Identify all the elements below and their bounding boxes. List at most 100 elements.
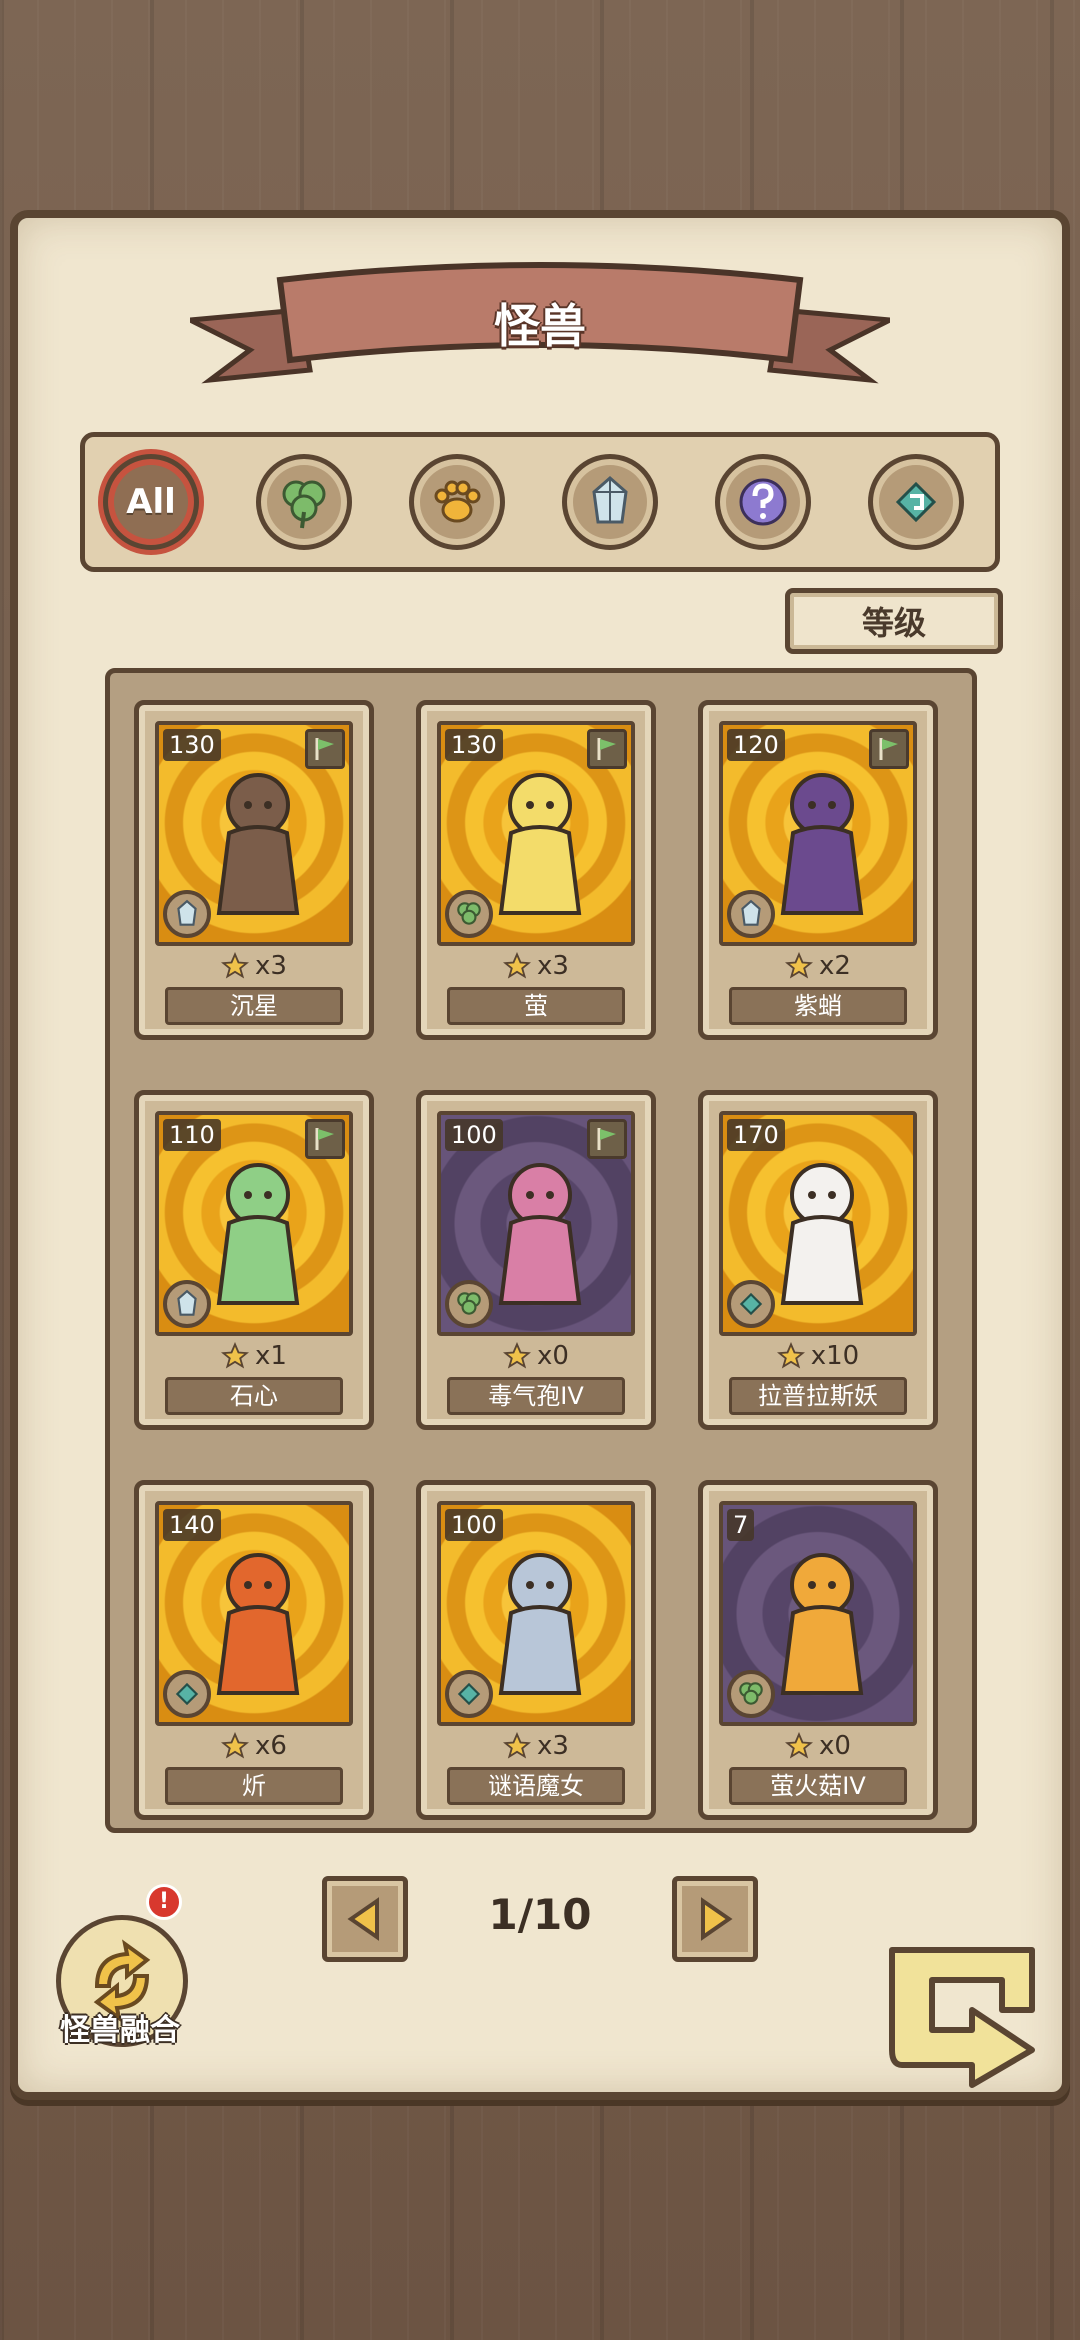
next-page-button[interactable] <box>672 1876 758 1962</box>
filter-plant[interactable] <box>256 454 352 550</box>
monster-level: 130 <box>445 729 503 761</box>
flag-icon[interactable] <box>587 729 627 769</box>
star-count-value: x3 <box>537 1731 569 1761</box>
fusion-alert-badge: ! <box>146 1884 182 1920</box>
flag-icon[interactable] <box>305 729 345 769</box>
monster-level: 170 <box>727 1119 785 1151</box>
star-count: x6 <box>139 1729 369 1763</box>
monster-figure <box>498 1163 582 1305</box>
monster-card[interactable]: 140 x6 炘 <box>134 1480 374 1820</box>
monster-portrait: 100 <box>437 1111 635 1336</box>
clover-icon <box>457 1292 481 1315</box>
star-icon <box>221 1732 250 1759</box>
star-icon <box>221 1342 250 1369</box>
monster-level: 140 <box>163 1509 221 1541</box>
monster-portrait: 130 <box>437 721 635 946</box>
filter-unknown[interactable] <box>715 454 811 550</box>
monster-card[interactable]: 170 x10 拉普拉斯妖 <box>698 1090 938 1430</box>
monster-card[interactable]: 100 x3 谜语魔女 <box>416 1480 656 1820</box>
monster-name: 紫蛸 <box>729 987 907 1025</box>
monster-level: 100 <box>445 1119 503 1151</box>
filter-beast[interactable] <box>409 454 505 550</box>
rune-icon <box>895 481 937 523</box>
star-count: x3 <box>421 949 651 983</box>
monster-portrait: 130 <box>155 721 353 946</box>
monster-type-badge <box>163 1280 211 1328</box>
monster-card[interactable]: 110 x1 石心 <box>134 1090 374 1430</box>
question-icon <box>739 478 787 526</box>
star-icon <box>503 952 532 979</box>
filter-bar: All <box>80 432 1000 572</box>
monster-figure <box>498 1553 582 1695</box>
return-arrow-icon <box>889 1947 1035 2088</box>
clover-icon <box>739 1682 763 1705</box>
monster-level: 7 <box>727 1509 755 1541</box>
star-icon <box>785 952 814 979</box>
flag-icon[interactable] <box>869 729 909 769</box>
title-banner: 怪兽 <box>190 260 890 400</box>
monster-figure <box>780 773 864 915</box>
rune-icon <box>457 1682 481 1706</box>
star-count-value: x6 <box>255 1731 287 1761</box>
monster-type-badge <box>163 1670 211 1718</box>
sort-level-button[interactable]: 等级 <box>785 588 1003 654</box>
monster-portrait: 100 <box>437 1501 635 1726</box>
monster-card[interactable]: 120 x2 紫蛸 <box>698 700 938 1040</box>
monster-level: 100 <box>445 1509 503 1541</box>
monster-portrait: 110 <box>155 1111 353 1336</box>
crystal-icon <box>741 899 761 926</box>
monster-level: 110 <box>163 1119 221 1151</box>
monster-name: 沉星 <box>165 987 343 1025</box>
monster-figure <box>780 1553 864 1695</box>
star-count-value: x3 <box>537 951 569 981</box>
monster-fusion-label: 怪兽融合 <box>60 2013 180 2048</box>
monster-figure <box>216 1163 300 1305</box>
monster-card[interactable]: 100 x0 毒气孢IV <box>416 1090 656 1430</box>
arrow-right-icon <box>701 1897 733 1941</box>
monster-name: 谜语魔女 <box>447 1767 625 1805</box>
flag-icon[interactable] <box>587 1119 627 1159</box>
monster-type-badge <box>445 1280 493 1328</box>
monster-card[interactable]: 130 x3 萤 <box>416 700 656 1040</box>
arrow-left-icon <box>347 1897 379 1941</box>
monster-type-badge <box>727 1280 775 1328</box>
back-button[interactable] <box>882 1940 1052 2090</box>
star-count: x0 <box>703 1729 933 1763</box>
filter-mystic[interactable] <box>868 454 964 550</box>
crystal-icon <box>177 899 197 926</box>
filter-all[interactable]: All <box>103 454 199 550</box>
flag-icon[interactable] <box>305 1119 345 1159</box>
star-count-value: x0 <box>819 1731 851 1761</box>
rune-icon <box>739 1292 763 1316</box>
monster-type-badge <box>727 890 775 938</box>
star-icon <box>503 1732 532 1759</box>
star-count: x0 <box>421 1339 651 1373</box>
monster-name: 毒气孢IV <box>447 1377 625 1415</box>
filter-crystal[interactable] <box>562 454 658 550</box>
star-icon <box>785 1732 814 1759</box>
clover-icon <box>457 902 481 925</box>
monster-card[interactable]: 130 x3 沉星 <box>134 700 374 1040</box>
monster-name: 炘 <box>165 1767 343 1805</box>
star-count-value: x1 <box>255 1341 287 1371</box>
monster-portrait: 170 <box>719 1111 917 1336</box>
monster-name: 萤 <box>447 987 625 1025</box>
monster-type-badge <box>727 1670 775 1718</box>
star-count-value: x2 <box>819 951 851 981</box>
monster-portrait: 140 <box>155 1501 353 1726</box>
monster-card[interactable]: 7 x0 萤火菇IV <box>698 1480 938 1820</box>
star-icon <box>776 1342 805 1369</box>
star-icon <box>221 952 250 979</box>
star-count: x10 <box>703 1339 933 1373</box>
prev-page-button[interactable] <box>322 1876 408 1962</box>
monster-portrait: 7 <box>719 1501 917 1726</box>
star-icon <box>503 1342 532 1369</box>
monster-figure <box>216 773 300 915</box>
star-count-value: x0 <box>537 1341 569 1371</box>
page-indicator: 1/10 <box>488 1890 592 1939</box>
monster-figure <box>498 773 582 915</box>
paw-icon <box>434 480 481 523</box>
clover-icon <box>282 480 326 529</box>
monster-type-badge <box>445 1670 493 1718</box>
page-title: 怪兽 <box>494 299 586 353</box>
